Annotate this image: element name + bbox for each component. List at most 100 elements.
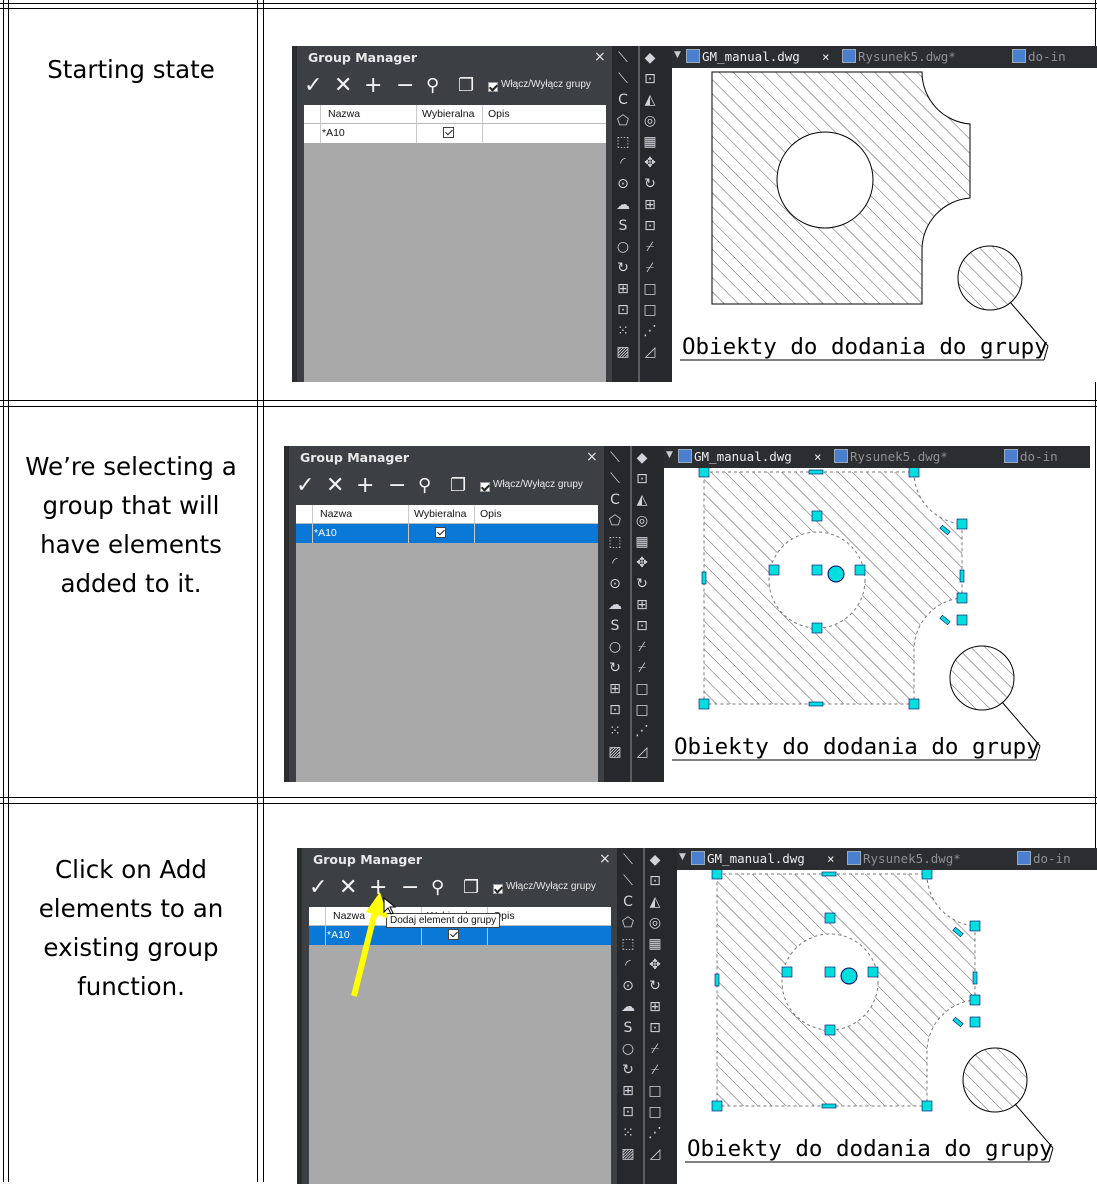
close-icon[interactable]: ×	[586, 449, 598, 465]
selectable-checkbox[interactable]	[435, 527, 446, 538]
tool-icon[interactable]: ⋰	[634, 723, 650, 739]
tool-icon[interactable]: S	[615, 218, 631, 234]
copy-icon[interactable]: ❐	[458, 74, 474, 98]
tool-icon[interactable]: ✥	[647, 957, 663, 973]
tool-icon[interactable]: S	[607, 618, 623, 634]
tool-icon[interactable]: ◿	[642, 344, 658, 360]
tool-icon[interactable]: C	[615, 92, 631, 108]
delete-icon[interactable]: ✕	[326, 474, 344, 498]
tool-icon[interactable]: ◆	[634, 450, 650, 466]
search-icon[interactable]: ⚲	[426, 74, 439, 98]
tool-icon[interactable]: ⊞	[647, 999, 663, 1015]
tool-icon[interactable]: ⊡	[620, 1104, 636, 1120]
tool-icon[interactable]: ○	[620, 1041, 636, 1057]
tab-gm-manual[interactable]: GM_manual.dwg	[678, 449, 792, 464]
tool-icon[interactable]: ⟍	[615, 50, 631, 66]
tool-icon[interactable]: ⋰	[647, 1125, 663, 1141]
tool-icon[interactable]: ⬠	[615, 113, 631, 129]
tool-icon[interactable]: ⬠	[607, 513, 623, 529]
tool-icon[interactable]: ⊞	[642, 197, 658, 213]
tool-icon[interactable]: ◎	[647, 915, 663, 931]
tool-icon[interactable]: □	[634, 702, 650, 718]
copy-icon[interactable]: ❐	[450, 474, 466, 498]
tool-icon[interactable]: ◜	[607, 555, 623, 571]
hatched-plate[interactable]	[703, 471, 963, 705]
tool-icon[interactable]: ⋰	[642, 323, 658, 339]
tab-gm-manual[interactable]: GM_manual.dwg	[686, 49, 800, 64]
tool-icon[interactable]: ↻	[647, 978, 663, 994]
selectable-checkbox[interactable]	[443, 127, 454, 138]
tool-icon[interactable]: C	[620, 894, 636, 910]
tool-icon[interactable]: ◜	[615, 155, 631, 171]
tool-icon[interactable]: ○	[615, 239, 631, 255]
drawing-canvas[interactable]: Obiekty do dodania do grupy	[672, 68, 1097, 382]
tab-do-in[interactable]: do-in	[1012, 49, 1066, 64]
column-header-description[interactable]: Opis	[488, 108, 510, 120]
hatched-plate[interactable]	[716, 873, 976, 1107]
tool-icon[interactable]: ◿	[647, 1146, 663, 1162]
remove-elements-button[interactable]: −	[396, 74, 414, 98]
column-header-selectable[interactable]: Wybieralna	[414, 508, 466, 520]
tool-icon[interactable]: ↻	[620, 1062, 636, 1078]
selectable-checkbox[interactable]	[448, 929, 459, 940]
tool-icon[interactable]: ⊡	[647, 1020, 663, 1036]
toggle-groups-checkbox[interactable]	[493, 884, 503, 894]
tool-icon[interactable]: ⊡	[615, 302, 631, 318]
tool-icon[interactable]: ⟍	[615, 71, 631, 87]
tool-icon[interactable]: ⬚	[607, 534, 623, 550]
toggle-groups-checkbox[interactable]	[488, 82, 498, 92]
tool-icon[interactable]: ⟍	[607, 450, 623, 466]
tool-icon[interactable]: ○	[607, 639, 623, 655]
tool-icon[interactable]: ⊞	[615, 281, 631, 297]
tool-icon[interactable]: ⌿	[642, 239, 658, 255]
tool-icon[interactable]: ◭	[634, 492, 650, 508]
add-elements-button[interactable]: +	[356, 474, 374, 498]
tool-icon[interactable]: ⟍	[607, 471, 623, 487]
tool-icon[interactable]: ◭	[647, 894, 663, 910]
tab-menu-icon[interactable]: ▼	[679, 852, 686, 862]
tool-icon[interactable]: C	[607, 492, 623, 508]
column-header-selectable[interactable]: Wybieralna	[422, 108, 474, 120]
tool-icon[interactable]: ↻	[607, 660, 623, 676]
tool-icon[interactable]: ⌿	[647, 1041, 663, 1057]
tool-icon[interactable]: ⌿	[634, 639, 650, 655]
delete-icon[interactable]: ✕	[334, 74, 352, 98]
tool-icon[interactable]: ⊡	[634, 618, 650, 634]
tool-icon[interactable]: ⊙	[607, 576, 623, 592]
copy-icon[interactable]: ❐	[463, 876, 479, 900]
tool-icon[interactable]: ◆	[647, 852, 663, 868]
tool-icon[interactable]: □	[642, 281, 658, 297]
tool-icon[interactable]: ✥	[634, 555, 650, 571]
tab-rysunek5[interactable]: Rysunek5.dwg*	[842, 49, 956, 64]
tool-icon[interactable]: ▨	[620, 1146, 636, 1162]
tool-icon[interactable]: ↻	[642, 176, 658, 192]
tool-icon[interactable]: ⬠	[620, 915, 636, 931]
tool-icon[interactable]: ▨	[615, 344, 631, 360]
add-elements-button[interactable]: +	[364, 74, 382, 98]
tool-icon[interactable]: □	[634, 681, 650, 697]
drawing-canvas[interactable]: Obiekty do dodania do grupy	[664, 468, 1090, 782]
column-header-name[interactable]: Nazwa	[320, 508, 352, 520]
tool-icon[interactable]: ⁙	[620, 1125, 636, 1141]
check-icon[interactable]: ✓	[309, 876, 327, 900]
tool-icon[interactable]: ⌿	[634, 660, 650, 676]
tab-close-icon[interactable]: ×	[822, 49, 830, 64]
tool-icon[interactable]: ⟍	[620, 852, 636, 868]
tab-gm-manual[interactable]: GM_manual.dwg	[691, 851, 805, 866]
close-icon[interactable]: ×	[599, 851, 611, 867]
drawing-canvas[interactable]: Obiekty do dodania do grupy	[677, 870, 1097, 1184]
hatched-plate[interactable]	[711, 71, 971, 305]
hatched-circle[interactable]	[957, 245, 1023, 311]
tool-icon[interactable]: ◎	[634, 513, 650, 529]
tool-icon[interactable]: ⊡	[642, 218, 658, 234]
tab-do-in[interactable]: do-in	[1004, 449, 1058, 464]
tab-close-icon[interactable]: ×	[827, 851, 835, 866]
tool-icon[interactable]: ▦	[634, 534, 650, 550]
tool-icon[interactable]: ⌿	[642, 260, 658, 276]
check-icon[interactable]: ✓	[304, 74, 322, 98]
toggle-groups-checkbox[interactable]	[480, 482, 490, 492]
group-row[interactable]: *A10	[304, 124, 606, 143]
tool-icon[interactable]: ⊡	[634, 471, 650, 487]
tool-icon[interactable]: ⊙	[615, 176, 631, 192]
tool-icon[interactable]: ☁	[607, 597, 623, 613]
